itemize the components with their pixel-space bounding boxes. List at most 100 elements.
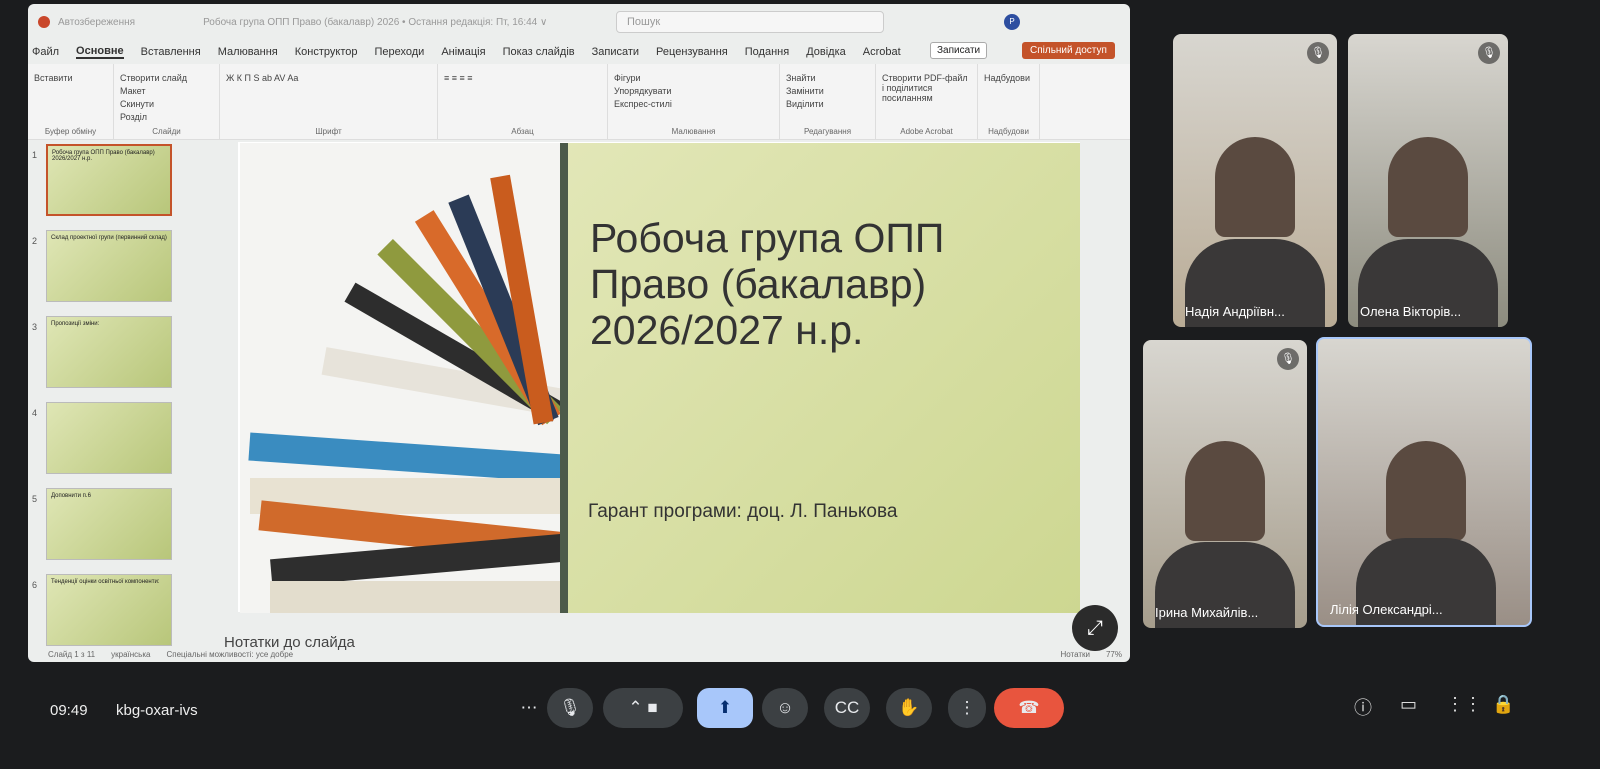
participant-tile[interactable]: 🎙 Ірина Михайлів... <box>1143 340 1307 628</box>
ribbon-button[interactable]: Експрес-стилі <box>614 99 773 109</box>
hand-icon: ✋ <box>898 698 920 717</box>
ribbon-tab[interactable]: Показ слайдів <box>503 46 575 58</box>
title-bar: Автозбереження Робоча група ОПП Право (б… <box>28 4 1130 40</box>
more-options-button[interactable]: ⋯ <box>506 688 552 728</box>
slide-subtitle[interactable]: Гарант програми: доц. Л. Панькова <box>588 501 897 523</box>
more-vertical-icon: ⋮ <box>958 698 976 717</box>
ribbon-group-label: Буфер обміну <box>44 127 97 136</box>
ribbon-button[interactable]: Скинути <box>120 99 213 109</box>
participant-video <box>1185 440 1265 541</box>
mic-off-icon: 🎙 <box>1478 42 1500 64</box>
ribbon-tab[interactable]: Acrobat <box>863 46 901 58</box>
raise-hand-button[interactable]: ✋ <box>886 688 932 728</box>
ribbon-button[interactable]: Фігури <box>614 73 773 83</box>
status-bar: Слайд 1 з 11 українська Спеціальні можли… <box>40 650 1130 662</box>
ribbon-button[interactable]: Створити слайд <box>120 73 213 83</box>
mic-off-icon: 🎙 <box>1277 348 1299 370</box>
ribbon-group-label: Малювання <box>671 127 716 136</box>
ribbon-button[interactable]: Знайти <box>786 73 869 83</box>
info-icon[interactable]: ⓘ <box>1354 694 1372 720</box>
search-input[interactable]: Пошук <box>616 11 884 33</box>
ribbon-group: Створити PDF-файл і поділитися посилання… <box>876 64 978 139</box>
slide-thumbnail[interactable]: Пропозиції зміни: <box>46 316 172 388</box>
slide-counter: Слайд 1 з 11 <box>48 650 96 659</box>
participant-name: Надія Андріївн... <box>1185 304 1285 319</box>
ribbon-tab[interactable]: Файл <box>32 46 59 58</box>
captions-button[interactable]: CC <box>824 688 870 728</box>
ribbon-tab[interactable]: Записати <box>592 46 639 58</box>
autosave-toggle[interactable]: Автозбереження <box>58 17 135 28</box>
participant-tile[interactable]: Лілія Олександрі... <box>1316 337 1532 627</box>
ribbon-group: ≡ ≡ ≡ ≡ Абзац <box>438 64 608 139</box>
ribbon-button[interactable]: Упорядкувати <box>614 86 773 96</box>
ribbon-button[interactable]: Надбудови <box>984 73 1033 83</box>
ribbon-group-label: Надбудови <box>988 127 1029 136</box>
slide-thumbnail[interactable] <box>46 402 172 474</box>
slide[interactable]: Робоча група ОПП Право (бакалавр) 2026/2… <box>240 143 1080 613</box>
ribbon-group: Ж К П S ab AV Aa Шрифт <box>220 64 438 139</box>
ribbon-button[interactable]: Вставити <box>34 73 107 83</box>
more-actions-button[interactable]: ⋮ <box>948 688 986 728</box>
microphone-button[interactable]: 🎙 <box>547 688 593 728</box>
zoom-level[interactable]: 77% <box>1106 650 1122 662</box>
ribbon-tab[interactable]: Довідка <box>806 46 846 58</box>
slide-title[interactable]: Робоча група ОПП Право (бакалавр) 2026/2… <box>590 215 1050 353</box>
ribbon-tab[interactable]: Рецензування <box>656 46 728 58</box>
slide-thumbnail[interactable]: Робоча група ОПП Право (бакалавр) 2026/2… <box>46 144 172 216</box>
ribbon-group-label: Редагування <box>803 127 852 136</box>
thumbnail-number: 3 <box>32 322 38 332</box>
slide-thumbnail[interactable]: Доповнити п.6 <box>46 488 172 560</box>
ribbon-button[interactable]: Виділити <box>786 99 869 109</box>
ribbon-group: Створити слайд Макет Скинути Розділ Слайди <box>114 64 220 139</box>
camera-button[interactable]: ⌃ ■ <box>603 688 683 728</box>
present-button[interactable]: ⬆ <box>697 688 753 728</box>
participant-tile[interactable]: 🎙 Надія Андріївн... <box>1173 34 1337 327</box>
ribbon-button[interactable]: Ж К П S ab AV Aa <box>226 73 431 83</box>
ribbon-tab[interactable]: Конструктор <box>295 46 358 58</box>
ribbon-tab[interactable]: Переходи <box>374 46 424 58</box>
ribbon-tab[interactable]: Основне <box>76 45 124 59</box>
phone-hangup-icon: ☎ <box>1018 698 1040 717</box>
chat-icon[interactable]: ▭ <box>1400 694 1417 715</box>
apps-grid-icon[interactable]: ⋮⋮ <box>1446 694 1482 715</box>
document-title[interactable]: Робоча група ОПП Право (бакалавр) 2026 •… <box>203 17 547 28</box>
ribbon-button[interactable]: ≡ ≡ ≡ ≡ <box>444 73 601 83</box>
meeting-time: 09:49 <box>50 702 88 719</box>
share-button[interactable]: Спільний доступ <box>1022 42 1115 59</box>
end-call-button[interactable]: ☎ <box>994 688 1064 728</box>
ribbon-tab[interactable]: Малювання <box>218 46 278 58</box>
record-button[interactable]: Записати <box>930 42 988 59</box>
powerpoint-logo-icon <box>38 16 50 28</box>
ribbon-group-label: Абзац <box>511 127 534 136</box>
language[interactable]: українська <box>111 650 150 662</box>
accessibility-status[interactable]: Спеціальні можливості: усе добре <box>166 650 293 662</box>
emoji-icon: ☺ <box>776 698 794 717</box>
participant-name: Лілія Олександрі... <box>1330 602 1443 617</box>
present-screen-icon: ⬆ <box>717 698 733 717</box>
notes-toggle[interactable]: Нотатки <box>1060 650 1090 662</box>
ribbon: Вставити Буфер обміну Створити слайд Макет С… <box>28 64 1130 140</box>
slide-thumbnail[interactable]: Склад проектної групи (первинний склад) <box>46 230 172 302</box>
participant-name: Олена Вікторів... <box>1360 304 1462 319</box>
ribbon-button[interactable]: Розділ <box>120 112 213 122</box>
ribbon-tab[interactable]: Вставлення <box>141 46 201 58</box>
slide-divider <box>560 143 568 613</box>
ribbon-button[interactable]: Макет <box>120 86 213 96</box>
thumbnail-number: 2 <box>32 236 38 246</box>
ribbon-tab[interactable]: Анімація <box>441 46 485 58</box>
camera-icon: ⌃ ■ <box>628 698 658 717</box>
avatar[interactable]: P <box>1004 14 1020 30</box>
notes-pane[interactable]: Нотатки до слайда <box>224 634 355 651</box>
slide-thumbnail[interactable]: Тенденції оцінки освітньої компоненти: <box>46 574 172 646</box>
participant-tile[interactable]: 🎙 Олена Вікторів... <box>1348 34 1508 327</box>
ribbon-button[interactable]: Замінити <box>786 86 869 96</box>
fullscreen-button[interactable]: ⤢ <box>1072 605 1118 651</box>
slide-thumbnails: 1 Робоча група ОПП Право (бакалавр) 2026/… <box>28 144 193 646</box>
ribbon-tab[interactable]: Подання <box>745 46 789 58</box>
books-image <box>240 143 560 613</box>
reactions-button[interactable]: ☺ <box>762 688 808 728</box>
ribbon-button[interactable]: Створити PDF-файл і поділитися посилання… <box>882 73 971 103</box>
ribbon-group: Знайти Замінити Виділити Редагування <box>780 64 876 139</box>
ribbon-group: Фігури Упорядкувати Експрес-стилі Малювання <box>608 64 780 139</box>
host-controls-icon[interactable]: 🔒 <box>1492 694 1514 715</box>
